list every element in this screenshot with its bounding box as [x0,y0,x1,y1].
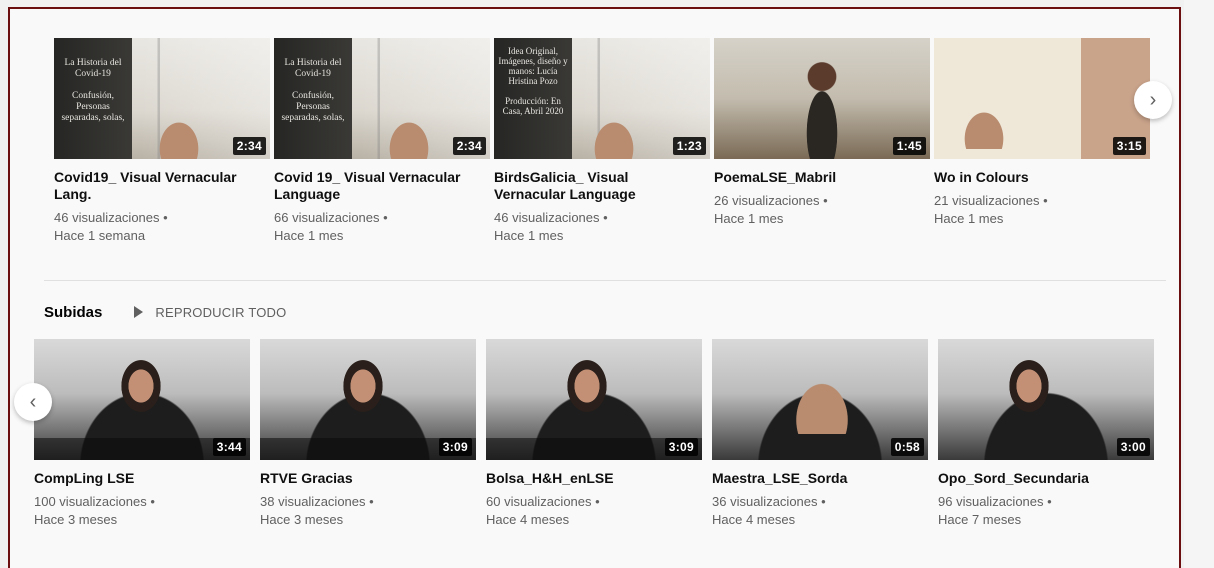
chevron-left-icon: ‹ [29,390,37,413]
video-thumbnail[interactable]: 3:09 [486,339,702,460]
thumbnail-overlay-text: La Historia del Covid-19 Confusión, Pers… [61,58,125,123]
play-icon [134,306,144,318]
video-title[interactable]: PoemaLSE_Mabril [714,169,914,186]
carousel-prev-button[interactable]: ‹ [14,383,52,421]
section-title: Subidas [44,303,103,321]
video-duration: 3:09 [438,438,472,456]
video-thumbnail[interactable]: La Historia del Covid-19 Confusión, Pers… [54,38,270,159]
video-card[interactable]: 3:09 Bolsa_H&H_enLSE 60 visualizaciones … [486,339,702,529]
view-count: 100 visualizaciones [34,493,250,511]
video-title[interactable]: Covid 19_ Visual Vernacular Language [274,169,474,203]
video-card[interactable]: 3:00 Opo_Sord_Secundaria 96 visualizacio… [938,339,1154,529]
video-card[interactable]: La Historia del Covid-19 Confusión, Pers… [274,38,490,245]
video-duration: 3:44 [212,438,246,456]
video-thumbnail[interactable]: 0:58 [712,339,928,460]
play-all-label: REPRODUCIR TODO [155,304,287,320]
video-card[interactable]: 3:09 RTVE Gracias 38 visualizaciones Hac… [260,339,476,529]
video-thumbnail[interactable]: 1:45 [714,38,930,159]
view-count: 96 visualizaciones [938,493,1154,511]
video-title[interactable]: Wo in Colours [934,169,1134,186]
video-thumbnail[interactable]: 3:09 [260,339,476,460]
video-thumbnail[interactable]: 3:44 [34,339,250,460]
section-header: Subidas REPRODUCIR TODO [44,302,286,322]
video-card[interactable]: La Historia del Covid-19 Confusión, Pers… [54,38,270,245]
video-thumbnail[interactable]: Idea Original, Imágenes, diseño y manos:… [494,38,710,159]
video-card[interactable]: 3:44 CompLing LSE 100 visualizaciones Ha… [34,339,250,529]
video-title[interactable]: CompLing LSE [34,470,234,487]
video-duration: 2:34 [452,137,486,155]
video-card[interactable]: 0:58 Maestra_LSE_Sorda 36 visualizacione… [712,339,928,529]
view-count: 26 visualizaciones [714,192,930,210]
channel-content-frame: La Historia del Covid-19 Confusión, Pers… [8,7,1181,568]
video-duration: 2:34 [232,137,266,155]
view-count: 66 visualizaciones [274,209,490,227]
view-count: 21 visualizaciones [934,192,1150,210]
view-count: 60 visualizaciones [486,493,702,511]
video-card[interactable]: 1:45 PoemaLSE_Mabril 26 visualizaciones … [714,38,930,228]
play-all-button[interactable]: REPRODUCIR TODO [134,305,286,320]
upload-age: Hace 4 meses [486,512,570,527]
carousel-next-button[interactable]: › [1134,81,1172,119]
upload-age: Hace 1 semana [54,228,146,243]
view-count: 36 visualizaciones [712,493,928,511]
section-divider [44,280,1166,281]
upload-age: Hace 3 meses [260,512,344,527]
video-duration: 1:45 [892,137,926,155]
video-duration: 3:09 [664,438,698,456]
video-duration: 1:23 [672,137,706,155]
video-duration: 3:00 [1116,438,1150,456]
video-card[interactable]: Idea Original, Imágenes, diseño y manos:… [494,38,710,245]
video-title[interactable]: Maestra_LSE_Sorda [712,470,912,487]
video-duration: 0:58 [890,438,924,456]
view-count: 46 visualizaciones [494,209,710,227]
view-count: 46 visualizaciones [54,209,270,227]
video-thumbnail[interactable]: 3:15 [934,38,1150,159]
video-title[interactable]: RTVE Gracias [260,470,460,487]
upload-age: Hace 3 meses [34,512,118,527]
upload-age: Hace 7 meses [938,512,1022,527]
thumbnail-overlay-text: Idea Original, Imágenes, diseño y manos:… [498,46,568,116]
right-gutter [1184,0,1214,568]
video-duration: 3:15 [1112,137,1146,155]
video-card[interactable]: 3:15 Wo in Colours 21 visualizaciones Ha… [934,38,1150,228]
video-title[interactable]: Covid19_ Visual Vernacular Lang. [54,169,254,203]
upload-age: Hace 1 mes [274,228,344,243]
upload-age: Hace 1 mes [934,211,1004,226]
thumbnail-overlay-text: La Historia del Covid-19 Confusión, Pers… [281,58,345,123]
video-title[interactable]: Bolsa_H&H_enLSE [486,470,686,487]
video-title[interactable]: Opo_Sord_Secundaria [938,470,1138,487]
view-count: 38 visualizaciones [260,493,476,511]
video-thumbnail[interactable]: 3:00 [938,339,1154,460]
upload-age: Hace 1 mes [714,211,784,226]
upload-age: Hace 1 mes [494,228,564,243]
chevron-right-icon: › [1149,88,1157,111]
video-title[interactable]: BirdsGalicia_ Visual Vernacular Language [494,169,694,203]
upload-age: Hace 4 meses [712,512,796,527]
video-thumbnail[interactable]: La Historia del Covid-19 Confusión, Pers… [274,38,490,159]
